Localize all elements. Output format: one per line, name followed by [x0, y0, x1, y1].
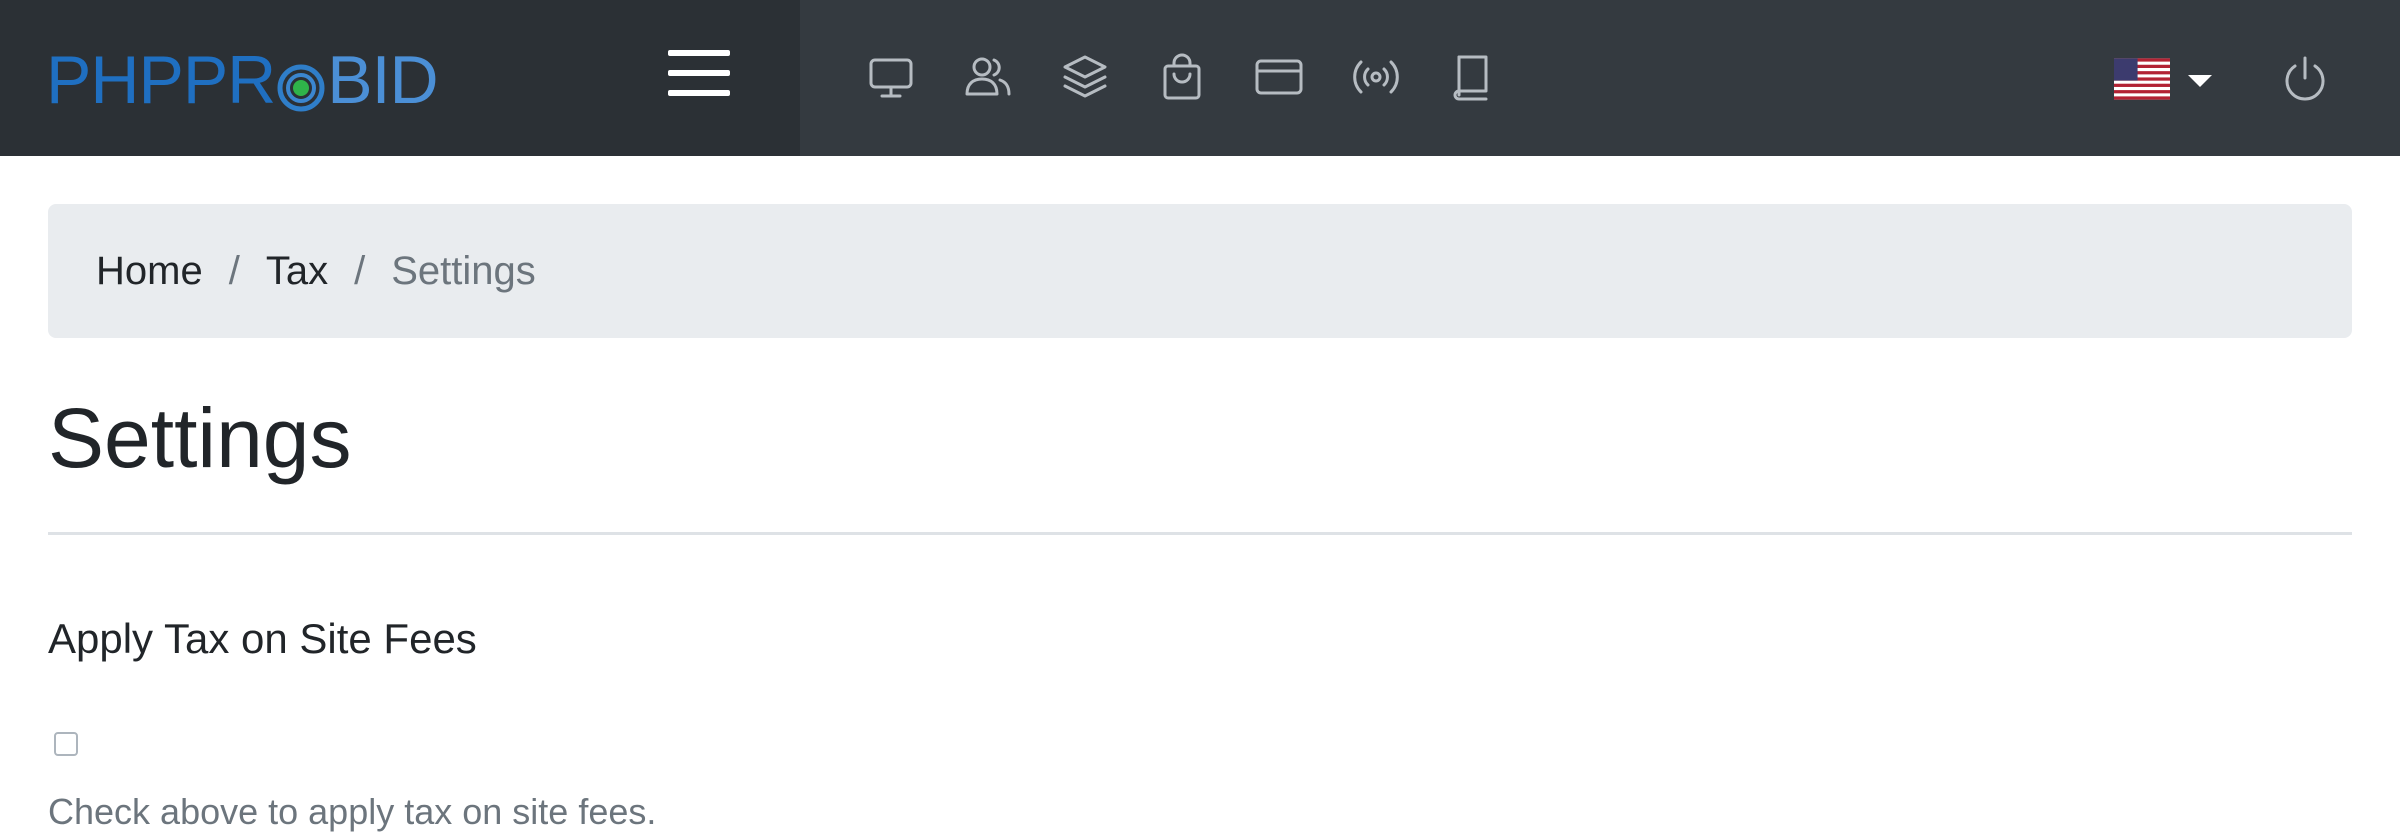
logo-text-end: BID [327, 42, 438, 118]
brand-area: PHPPR BID [0, 0, 800, 156]
layers-icon[interactable] [1060, 52, 1110, 102]
breadcrumb-separator: / [354, 248, 366, 293]
breadcrumb-current: Settings [391, 248, 536, 293]
main-nav-icons [866, 52, 1498, 108]
caret-down-icon [2188, 75, 2212, 87]
power-icon[interactable] [2280, 54, 2330, 104]
apply-tax-label: Apply Tax on Site Fees [48, 615, 477, 662]
site-logo[interactable]: PHPPR BID [46, 40, 439, 120]
monitor-icon[interactable] [866, 52, 916, 102]
broadcast-icon[interactable] [1351, 52, 1401, 102]
title-divider [48, 532, 2352, 535]
book-icon[interactable] [1448, 52, 1498, 102]
apply-tax-checkbox[interactable] [54, 732, 78, 756]
language-selector[interactable] [2114, 56, 2212, 106]
breadcrumb: Home / Tax / Settings [48, 204, 2352, 338]
apply-tax-help-text: Check above to apply tax on site fees. [48, 791, 657, 832]
logo-target-icon [276, 52, 326, 112]
breadcrumb-separator: / [228, 248, 240, 293]
top-navbar: PHPPR BID [0, 0, 2400, 156]
logo-text-start: PHPPR [46, 42, 276, 118]
us-flag-icon [2114, 57, 2170, 105]
shopping-bag-icon[interactable] [1157, 52, 1207, 102]
breadcrumb-home-link[interactable]: Home [96, 249, 203, 294]
hamburger-menu-icon[interactable] [668, 48, 730, 98]
page-title: Settings [48, 391, 352, 485]
users-icon[interactable] [963, 52, 1013, 102]
credit-card-icon[interactable] [1254, 52, 1304, 102]
breadcrumb-tax-link[interactable]: Tax [266, 249, 328, 294]
